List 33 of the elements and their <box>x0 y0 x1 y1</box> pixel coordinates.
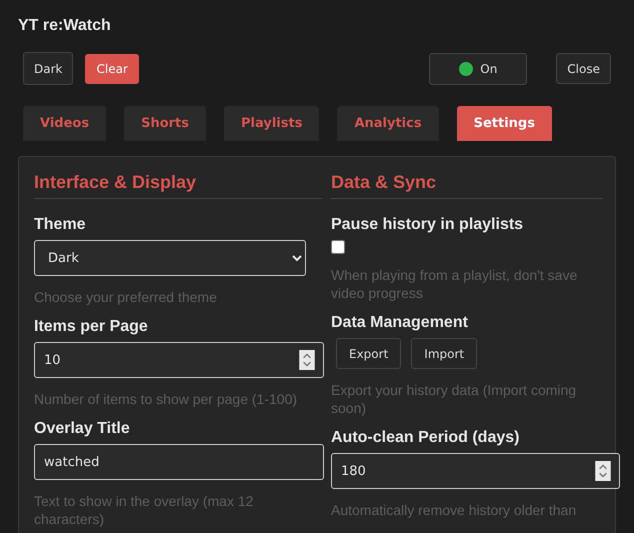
app-title: YT re:Watch <box>18 16 112 35</box>
tab[interactable]: Analytics <box>337 106 439 141</box>
close-button[interactable]: Close <box>556 53 611 84</box>
tab[interactable]: Shorts <box>124 106 206 141</box>
data-button[interactable]: Import <box>411 338 478 369</box>
spinner-icon[interactable] <box>299 350 315 370</box>
setting-label: Theme <box>34 216 87 234</box>
toggle-button[interactable]: On <box>429 52 528 84</box>
tab[interactable]: Videos <box>23 106 106 141</box>
tab[interactable]: Playlists <box>224 106 320 141</box>
number-field[interactable]: 180 <box>331 453 620 489</box>
setting-hint: Export your history data (Import coming soon) <box>331 381 578 417</box>
setting-hint: Choose your preferred theme <box>34 288 218 306</box>
checkbox[interactable] <box>331 240 345 254</box>
setting-label: Pause history in playlists <box>331 216 524 234</box>
spinner-icon[interactable] <box>595 461 611 481</box>
number-field[interactable]: 10 <box>34 342 324 378</box>
setting-label: Auto-clean Period (days) <box>331 429 520 447</box>
setting-hint: Text to show in the overlay (max 12 characters) <box>34 492 254 528</box>
section-heading: Data & Sync <box>331 172 603 199</box>
tab[interactable]: Settings <box>456 106 552 141</box>
toolbar-button[interactable]: Dark <box>23 52 74 85</box>
text-field[interactable]: watched <box>34 444 324 480</box>
data-button[interactable]: Export <box>336 338 402 369</box>
setting-label: Items per Page <box>34 318 149 336</box>
setting-hint: Automatically remove history older than <box>331 501 578 519</box>
setting-hint: Number of items to show per page (1-100) <box>34 390 298 408</box>
toolbar-button[interactable]: Clear <box>85 54 139 84</box>
setting-label: Overlay Title <box>34 420 131 438</box>
setting-label: Data Management <box>331 314 469 332</box>
section-heading: Interface & Display <box>34 172 322 199</box>
setting-hint: When playing from a playlist, don't save video progress <box>331 266 578 302</box>
theme-dropdown[interactable]: Dark <box>34 240 306 276</box>
